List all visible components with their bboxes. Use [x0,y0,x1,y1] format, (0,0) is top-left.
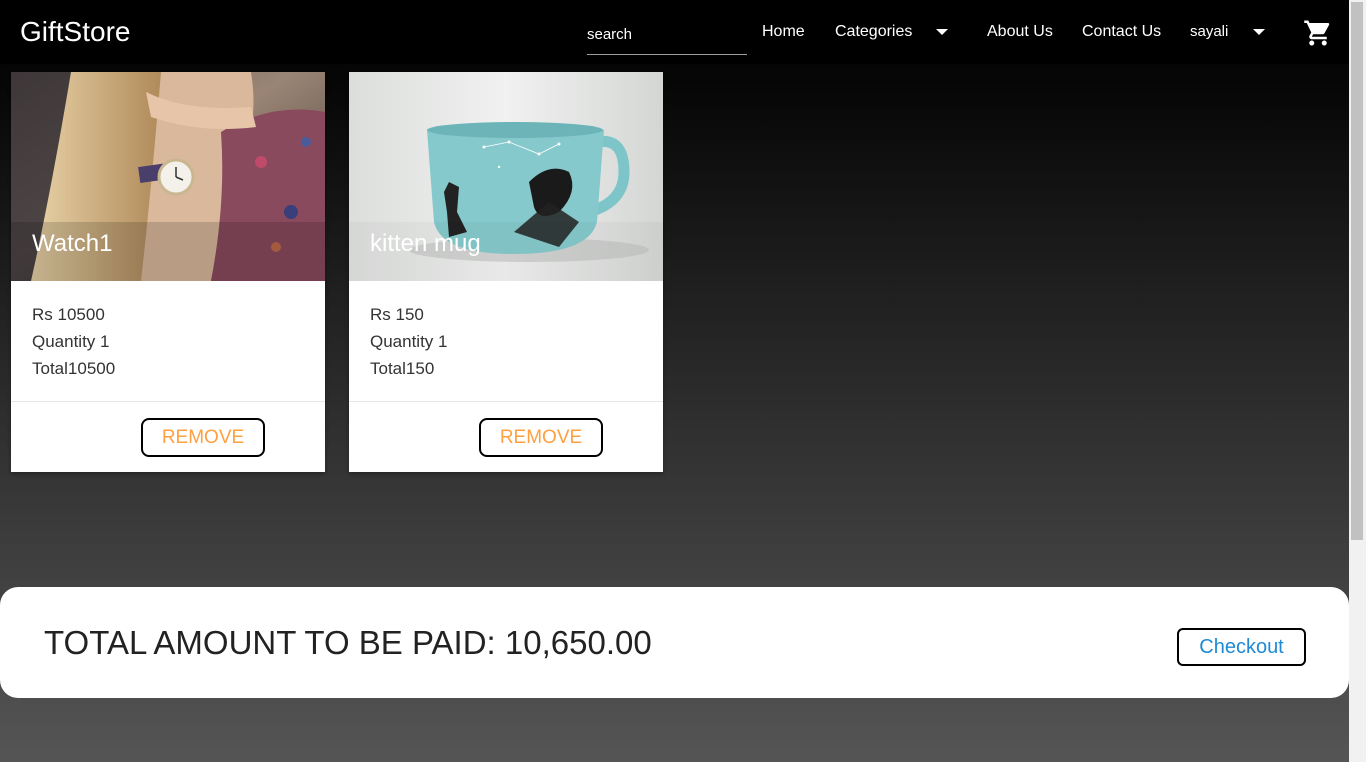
scrollbar-thumb[interactable] [1351,2,1363,540]
cart-item-card: Watch1 Rs 10500 Quantity 1 Total10500 RE… [11,72,325,472]
product-quantity: Quantity 1 [32,332,110,351]
brand-logo[interactable]: GiftStore [20,15,130,49]
product-total: Total10500 [32,359,116,378]
shopping-cart-icon[interactable] [1303,18,1333,48]
caret-down-icon[interactable] [936,29,948,35]
remove-button[interactable]: REMOVE [141,418,265,457]
nav-about-us[interactable]: About Us [987,21,1053,43]
nav-contact-us[interactable]: Contact Us [1082,21,1161,43]
product-details: Rs 10500 Quantity 1 Total10500 [32,301,115,382]
product-total: Total150 [370,359,435,378]
product-title: kitten mug [370,230,481,257]
total-amount: TOTAL AMOUNT TO BE PAID: 10,650.00 [44,624,652,661]
product-price: Rs 10500 [32,305,105,324]
product-quantity: Quantity 1 [370,332,448,351]
cart-item-card: kitten mug Rs 150 Quantity 1 Total150 RE… [349,72,663,472]
card-divider [349,401,663,402]
product-details: Rs 150 Quantity 1 Total150 [370,301,448,382]
order-summary-panel: TOTAL AMOUNT TO BE PAID: 10,650.00 Check… [0,587,1349,698]
product-title: Watch1 [32,230,113,257]
nav-categories[interactable]: Categories [835,21,912,43]
nav-home[interactable]: Home [762,21,805,43]
checkout-button[interactable]: Checkout [1177,628,1306,666]
nav-user-menu[interactable]: sayali [1190,21,1228,43]
remove-button[interactable]: REMOVE [479,418,603,457]
product-price: Rs 150 [370,305,424,324]
navbar: GiftStore Home Categories About Us Conta… [0,0,1349,64]
card-divider [11,401,325,402]
caret-down-icon[interactable] [1253,29,1265,35]
search-input[interactable] [587,14,747,55]
